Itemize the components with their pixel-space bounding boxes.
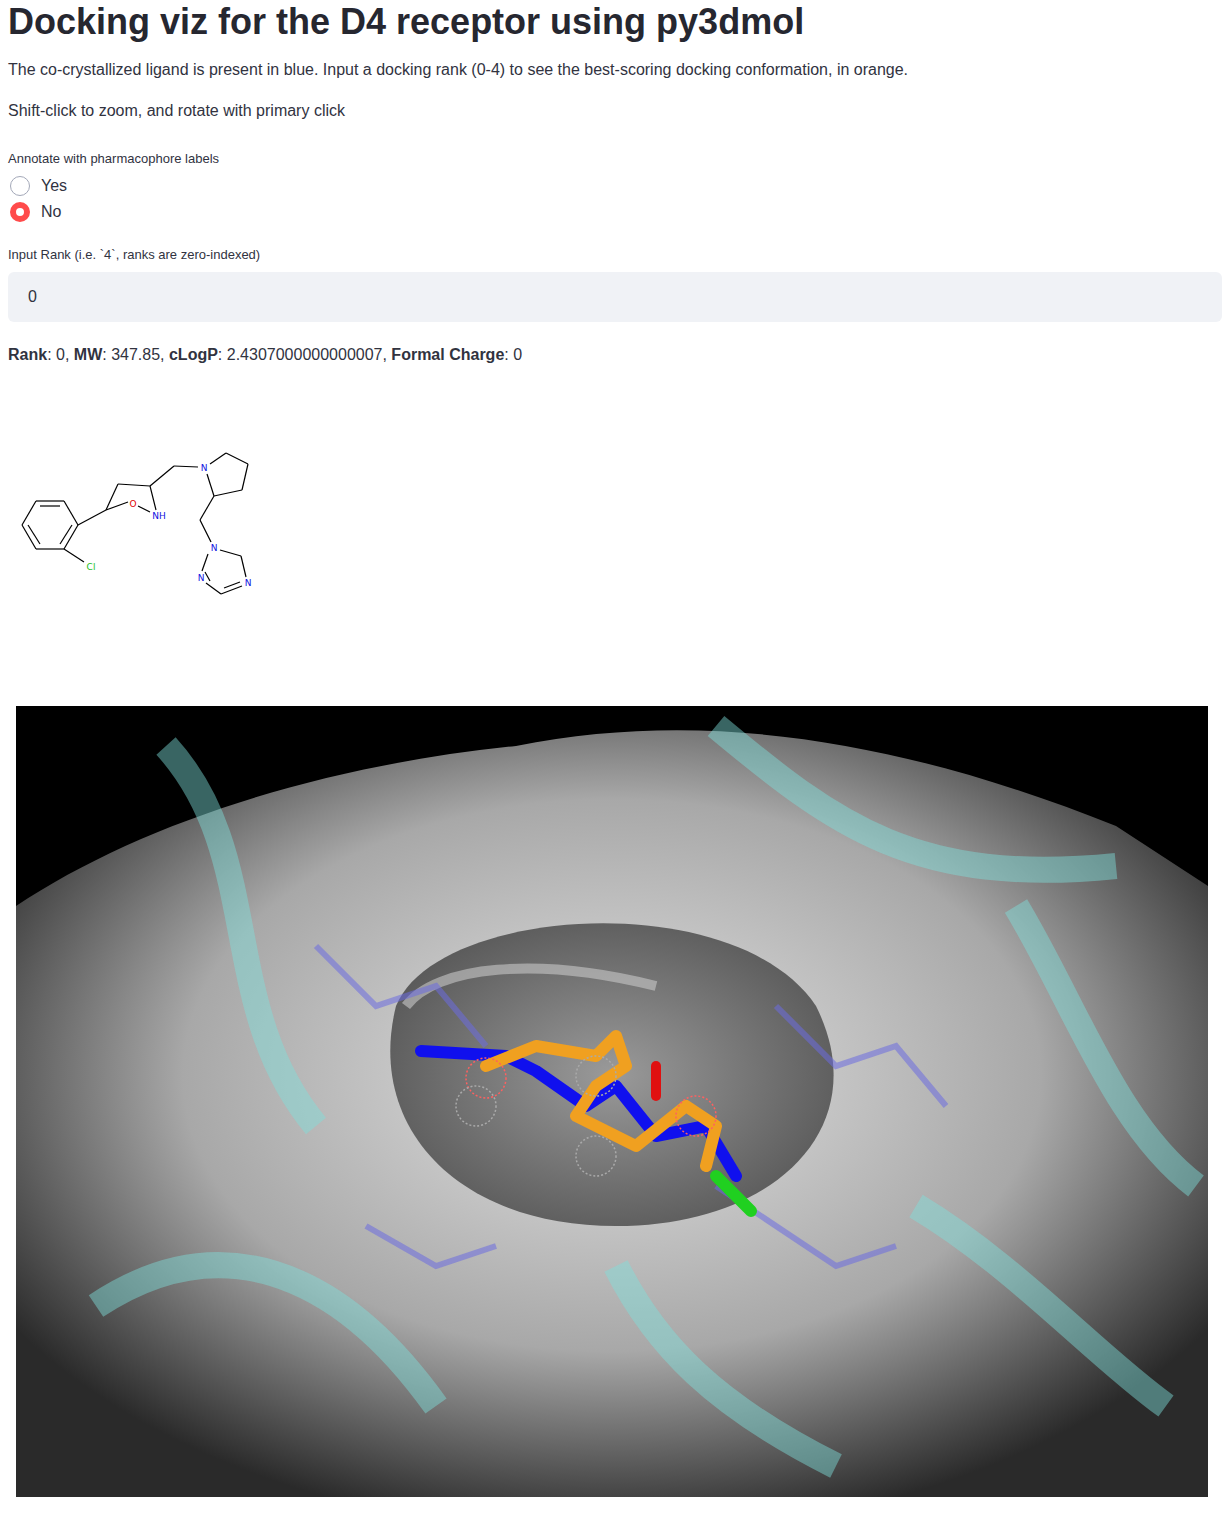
radio-circle-icon[interactable] bbox=[10, 202, 30, 222]
properties-line: Rank: 0, MW: 347.85, cLogP: 2.4307000000… bbox=[8, 342, 1222, 368]
atom-label: Cl bbox=[87, 562, 96, 572]
radio-option-label: Yes bbox=[41, 176, 67, 196]
protein-render-icon[interactable] bbox=[16, 706, 1208, 1497]
atom-label: N bbox=[245, 578, 252, 588]
atom-label: NH bbox=[152, 511, 166, 521]
atom-label: O bbox=[129, 499, 136, 509]
description-text: Shift-click to zoom, and rotate with pri… bbox=[8, 98, 1222, 124]
atom-label: N bbox=[198, 573, 205, 583]
rank-input[interactable]: 0 bbox=[8, 272, 1222, 322]
property-name: MW bbox=[74, 346, 102, 363]
atom-label: N bbox=[211, 543, 218, 553]
radio-option[interactable]: Yes bbox=[8, 176, 1222, 196]
page-title: Docking viz for the D4 receptor using py… bbox=[8, 0, 1222, 44]
atom-label: N bbox=[201, 463, 208, 473]
property-name: cLogP bbox=[169, 346, 218, 363]
radio-group: Yes No bbox=[8, 176, 1222, 222]
property-name: Rank bbox=[8, 346, 47, 363]
rank-input-label: Input Rank (i.e. `4`, ranks are zero-ind… bbox=[8, 246, 1222, 264]
property-name: Formal Charge bbox=[391, 346, 504, 363]
app-page: Docking viz for the D4 receptor using py… bbox=[0, 0, 1222, 1517]
radio-option-label: No bbox=[41, 202, 61, 222]
radio-label: Annotate with pharmacophore labels bbox=[8, 150, 1222, 168]
radio-option[interactable]: No bbox=[8, 202, 1222, 222]
molecule-viewer[interactable] bbox=[16, 706, 1208, 1497]
radio-circle-icon[interactable] bbox=[10, 176, 30, 196]
description-text: The co-crystallized ligand is present in… bbox=[8, 57, 1222, 83]
molecule-structure: O NH N N N N Cl bbox=[8, 438, 308, 618]
